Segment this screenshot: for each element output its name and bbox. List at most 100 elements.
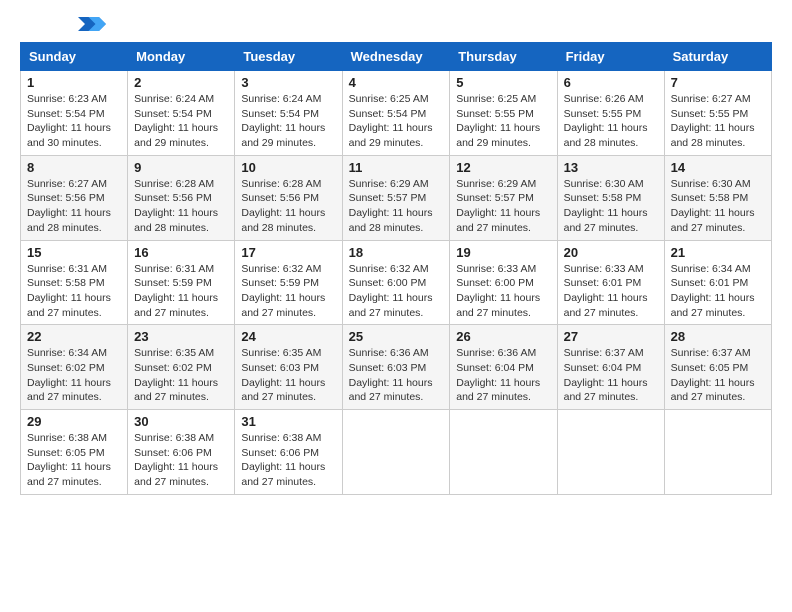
day-info: Sunrise: 6:32 AM Sunset: 6:00 PM Dayligh… [349, 262, 444, 321]
day-number: 16 [134, 245, 228, 260]
day-number: 24 [241, 329, 335, 344]
calendar-header-row: SundayMondayTuesdayWednesdayThursdayFrid… [21, 43, 772, 71]
day-number: 31 [241, 414, 335, 429]
day-number: 25 [349, 329, 444, 344]
day-number: 28 [671, 329, 765, 344]
calendar-cell: 15 Sunrise: 6:31 AM Sunset: 5:58 PM Dayli… [21, 240, 128, 325]
calendar-cell: 1Sunrise: 6:23 AM Sunset: 5:54 PM Daylig… [21, 71, 128, 156]
day-header-saturday: Saturday [664, 43, 771, 71]
day-info: Sunrise: 6:26 AM Sunset: 5:55 PM Dayligh… [564, 92, 658, 151]
day-number: 4 [349, 75, 444, 90]
day-info: Sunrise: 6:37 AM Sunset: 6:04 PM Dayligh… [564, 346, 658, 405]
day-info: Sunrise: 6:28 AM Sunset: 5:56 PM Dayligh… [134, 177, 228, 236]
day-info: Sunrise: 6:31 AM Sunset: 5:58 PM Dayligh… [27, 262, 121, 321]
day-info: Sunrise: 6:25 AM Sunset: 5:55 PM Dayligh… [456, 92, 550, 151]
calendar-cell [450, 410, 557, 495]
day-number: 14 [671, 160, 765, 175]
calendar-table: SundayMondayTuesdayWednesdayThursdayFrid… [20, 42, 772, 495]
day-header-sunday: Sunday [21, 43, 128, 71]
calendar-cell: 19 Sunrise: 6:33 AM Sunset: 6:00 PM Dayli… [450, 240, 557, 325]
calendar-body: 1Sunrise: 6:23 AM Sunset: 5:54 PM Daylig… [21, 71, 772, 495]
day-info: Sunrise: 6:36 AM Sunset: 6:04 PM Dayligh… [456, 346, 550, 405]
calendar-cell: 13 Sunrise: 6:30 AM Sunset: 5:58 PM Dayli… [557, 155, 664, 240]
day-number: 15 [27, 245, 121, 260]
day-number: 23 [134, 329, 228, 344]
day-number: 11 [349, 160, 444, 175]
calendar-cell: 2 Sunrise: 6:24 AM Sunset: 5:54 PM Daylig… [128, 71, 235, 156]
week-row-3: 15 Sunrise: 6:31 AM Sunset: 5:58 PM Dayli… [21, 240, 772, 325]
day-number: 1 [27, 75, 121, 90]
calendar-cell: 10 Sunrise: 6:28 AM Sunset: 5:56 PM Dayli… [235, 155, 342, 240]
calendar-cell: 8Sunrise: 6:27 AM Sunset: 5:56 PM Daylig… [21, 155, 128, 240]
day-number: 17 [241, 245, 335, 260]
week-row-2: 8Sunrise: 6:27 AM Sunset: 5:56 PM Daylig… [21, 155, 772, 240]
week-row-4: 22Sunrise: 6:34 AM Sunset: 6:02 PM Dayli… [21, 325, 772, 410]
calendar-cell: 22Sunrise: 6:34 AM Sunset: 6:02 PM Dayli… [21, 325, 128, 410]
day-number: 13 [564, 160, 658, 175]
calendar-cell [342, 410, 450, 495]
day-info: Sunrise: 6:35 AM Sunset: 6:03 PM Dayligh… [241, 346, 335, 405]
day-info: Sunrise: 6:32 AM Sunset: 5:59 PM Dayligh… [241, 262, 335, 321]
day-info: Sunrise: 6:37 AM Sunset: 6:05 PM Dayligh… [671, 346, 765, 405]
week-row-1: 1Sunrise: 6:23 AM Sunset: 5:54 PM Daylig… [21, 71, 772, 156]
calendar-cell: 18 Sunrise: 6:32 AM Sunset: 6:00 PM Dayli… [342, 240, 450, 325]
day-info: Sunrise: 6:24 AM Sunset: 5:54 PM Dayligh… [134, 92, 228, 151]
calendar-cell: 25 Sunrise: 6:36 AM Sunset: 6:03 PM Dayli… [342, 325, 450, 410]
calendar-cell: 3 Sunrise: 6:24 AM Sunset: 5:54 PM Daylig… [235, 71, 342, 156]
day-number: 7 [671, 75, 765, 90]
calendar-cell: 26 Sunrise: 6:36 AM Sunset: 6:04 PM Dayli… [450, 325, 557, 410]
page-header [20, 20, 772, 32]
day-number: 2 [134, 75, 228, 90]
day-number: 19 [456, 245, 550, 260]
calendar-cell: 28 Sunrise: 6:37 AM Sunset: 6:05 PM Dayli… [664, 325, 771, 410]
day-info: Sunrise: 6:34 AM Sunset: 6:01 PM Dayligh… [671, 262, 765, 321]
logo-icon [78, 16, 106, 32]
day-number: 12 [456, 160, 550, 175]
day-info: Sunrise: 6:33 AM Sunset: 6:01 PM Dayligh… [564, 262, 658, 321]
calendar-cell: 24 Sunrise: 6:35 AM Sunset: 6:03 PM Dayli… [235, 325, 342, 410]
day-header-friday: Friday [557, 43, 664, 71]
calendar-cell [664, 410, 771, 495]
day-header-monday: Monday [128, 43, 235, 71]
calendar-cell: 21 Sunrise: 6:34 AM Sunset: 6:01 PM Dayli… [664, 240, 771, 325]
calendar-cell: 4Sunrise: 6:25 AM Sunset: 5:54 PM Daylig… [342, 71, 450, 156]
day-number: 30 [134, 414, 228, 429]
day-info: Sunrise: 6:30 AM Sunset: 5:58 PM Dayligh… [671, 177, 765, 236]
calendar-cell: 20 Sunrise: 6:33 AM Sunset: 6:01 PM Dayli… [557, 240, 664, 325]
day-number: 20 [564, 245, 658, 260]
calendar-cell: 7 Sunrise: 6:27 AM Sunset: 5:55 PM Daylig… [664, 71, 771, 156]
day-number: 18 [349, 245, 444, 260]
day-info: Sunrise: 6:27 AM Sunset: 5:56 PM Dayligh… [27, 177, 121, 236]
week-row-5: 29 Sunrise: 6:38 AM Sunset: 6:05 PM Dayli… [21, 410, 772, 495]
calendar-cell: 31 Sunrise: 6:38 AM Sunset: 6:06 PM Dayli… [235, 410, 342, 495]
day-header-thursday: Thursday [450, 43, 557, 71]
day-info: Sunrise: 6:38 AM Sunset: 6:06 PM Dayligh… [241, 431, 335, 490]
day-header-tuesday: Tuesday [235, 43, 342, 71]
day-number: 21 [671, 245, 765, 260]
day-info: Sunrise: 6:38 AM Sunset: 6:05 PM Dayligh… [27, 431, 121, 490]
day-number: 5 [456, 75, 550, 90]
day-number: 10 [241, 160, 335, 175]
day-info: Sunrise: 6:27 AM Sunset: 5:55 PM Dayligh… [671, 92, 765, 151]
day-number: 27 [564, 329, 658, 344]
calendar-cell: 23Sunrise: 6:35 AM Sunset: 6:02 PM Dayli… [128, 325, 235, 410]
day-header-wednesday: Wednesday [342, 43, 450, 71]
day-info: Sunrise: 6:36 AM Sunset: 6:03 PM Dayligh… [349, 346, 444, 405]
day-info: Sunrise: 6:33 AM Sunset: 6:00 PM Dayligh… [456, 262, 550, 321]
calendar-cell: 27 Sunrise: 6:37 AM Sunset: 6:04 PM Dayli… [557, 325, 664, 410]
day-number: 22 [27, 329, 121, 344]
day-number: 6 [564, 75, 658, 90]
calendar-cell [557, 410, 664, 495]
day-info: Sunrise: 6:24 AM Sunset: 5:54 PM Dayligh… [241, 92, 335, 151]
day-info: Sunrise: 6:30 AM Sunset: 5:58 PM Dayligh… [564, 177, 658, 236]
day-number: 3 [241, 75, 335, 90]
calendar-cell: 29 Sunrise: 6:38 AM Sunset: 6:05 PM Dayli… [21, 410, 128, 495]
day-info: Sunrise: 6:28 AM Sunset: 5:56 PM Dayligh… [241, 177, 335, 236]
day-info: Sunrise: 6:29 AM Sunset: 5:57 PM Dayligh… [456, 177, 550, 236]
calendar-cell: 17 Sunrise: 6:32 AM Sunset: 5:59 PM Dayli… [235, 240, 342, 325]
day-info: Sunrise: 6:29 AM Sunset: 5:57 PM Dayligh… [349, 177, 444, 236]
day-number: 29 [27, 414, 121, 429]
day-number: 26 [456, 329, 550, 344]
calendar-cell: 12 Sunrise: 6:29 AM Sunset: 5:57 PM Dayli… [450, 155, 557, 240]
day-number: 9 [134, 160, 228, 175]
